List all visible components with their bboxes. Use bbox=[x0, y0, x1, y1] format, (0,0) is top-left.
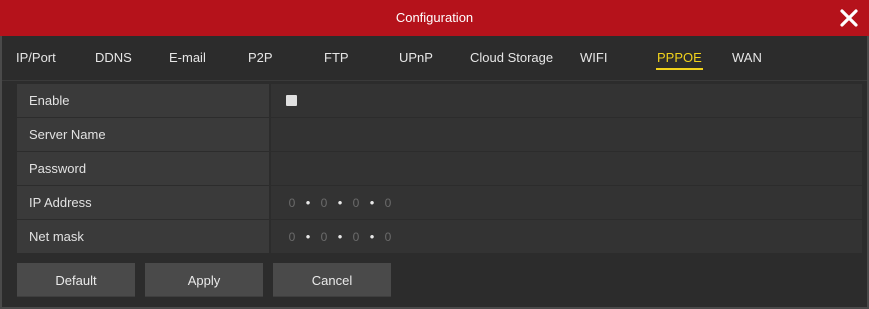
apply-button[interactable]: Apply bbox=[145, 263, 263, 297]
net-mask-label: Net mask bbox=[17, 220, 269, 253]
tab-pppoe[interactable]: PPPOE bbox=[656, 45, 703, 73]
tab-ddns[interactable]: DDNS bbox=[95, 45, 132, 73]
ip-octet-3[interactable]: 0 bbox=[351, 187, 361, 220]
tab-wifi[interactable]: WIFI bbox=[580, 45, 607, 73]
tab-ip-port[interactable]: IP/Port bbox=[16, 45, 56, 73]
mask-dot: • bbox=[337, 229, 343, 244]
mask-dot: • bbox=[369, 229, 375, 244]
ip-octet-1[interactable]: 0 bbox=[287, 187, 297, 220]
ip-address-value-cell: 0 • 0 • 0 • 0 bbox=[271, 186, 862, 219]
active-tab-underline bbox=[656, 68, 703, 70]
enable-label: Enable bbox=[17, 84, 269, 117]
tab-p2p[interactable]: P2P bbox=[248, 45, 273, 73]
password-value-cell bbox=[271, 152, 862, 185]
mask-dot: • bbox=[305, 229, 311, 244]
title-bar: Configuration bbox=[0, 0, 869, 36]
ip-octet-4[interactable]: 0 bbox=[383, 187, 393, 220]
server-name-row: Server Name bbox=[17, 118, 862, 151]
ip-dot: • bbox=[337, 195, 343, 210]
cancel-button[interactable]: Cancel bbox=[273, 263, 391, 297]
net-mask-value-cell: 0 • 0 • 0 • 0 bbox=[271, 220, 862, 253]
tabs-divider bbox=[2, 80, 867, 81]
mask-octet-2[interactable]: 0 bbox=[319, 221, 329, 254]
ip-dot: • bbox=[305, 195, 311, 210]
ip-address-row: IP Address 0 • 0 • 0 • 0 bbox=[17, 186, 862, 219]
tab-wan[interactable]: WAN bbox=[732, 45, 762, 73]
mask-octet-4[interactable]: 0 bbox=[383, 221, 393, 254]
ip-octet-2[interactable]: 0 bbox=[319, 187, 329, 220]
default-button[interactable]: Default bbox=[17, 263, 135, 297]
net-mask-row: Net mask 0 • 0 • 0 • 0 bbox=[17, 220, 862, 253]
pppoe-form: Enable Server Name Password IP Address 0… bbox=[17, 84, 862, 254]
mask-octet-3[interactable]: 0 bbox=[351, 221, 361, 254]
server-name-value-cell bbox=[271, 118, 862, 151]
tab-bar: IP/Port DDNS E-mail P2P FTP UPnP Cloud S… bbox=[2, 45, 867, 75]
dialog-title: Configuration bbox=[395, 10, 474, 25]
ip-address-label: IP Address bbox=[17, 186, 269, 219]
net-mask-input[interactable]: 0 • 0 • 0 • 0 bbox=[287, 220, 393, 253]
configuration-dialog: Configuration IP/Port DDNS E-mail P2P FT… bbox=[0, 0, 869, 309]
tab-cloud-storage[interactable]: Cloud Storage bbox=[470, 45, 553, 73]
server-name-input[interactable] bbox=[271, 118, 862, 151]
tab-upnp[interactable]: UPnP bbox=[399, 45, 433, 73]
password-input[interactable] bbox=[271, 152, 862, 185]
mask-octet-1[interactable]: 0 bbox=[287, 221, 297, 254]
tab-pppoe-label: PPPOE bbox=[657, 50, 702, 65]
close-icon[interactable] bbox=[837, 6, 861, 30]
ip-address-input[interactable]: 0 • 0 • 0 • 0 bbox=[287, 186, 393, 219]
password-label: Password bbox=[17, 152, 269, 185]
password-row: Password bbox=[17, 152, 862, 185]
enable-row: Enable bbox=[17, 84, 862, 117]
server-name-label: Server Name bbox=[17, 118, 269, 151]
tab-email[interactable]: E-mail bbox=[169, 45, 206, 73]
ip-dot: • bbox=[369, 195, 375, 210]
enable-value-cell bbox=[271, 84, 862, 117]
tab-ftp[interactable]: FTP bbox=[324, 45, 349, 73]
enable-checkbox[interactable] bbox=[286, 95, 297, 106]
